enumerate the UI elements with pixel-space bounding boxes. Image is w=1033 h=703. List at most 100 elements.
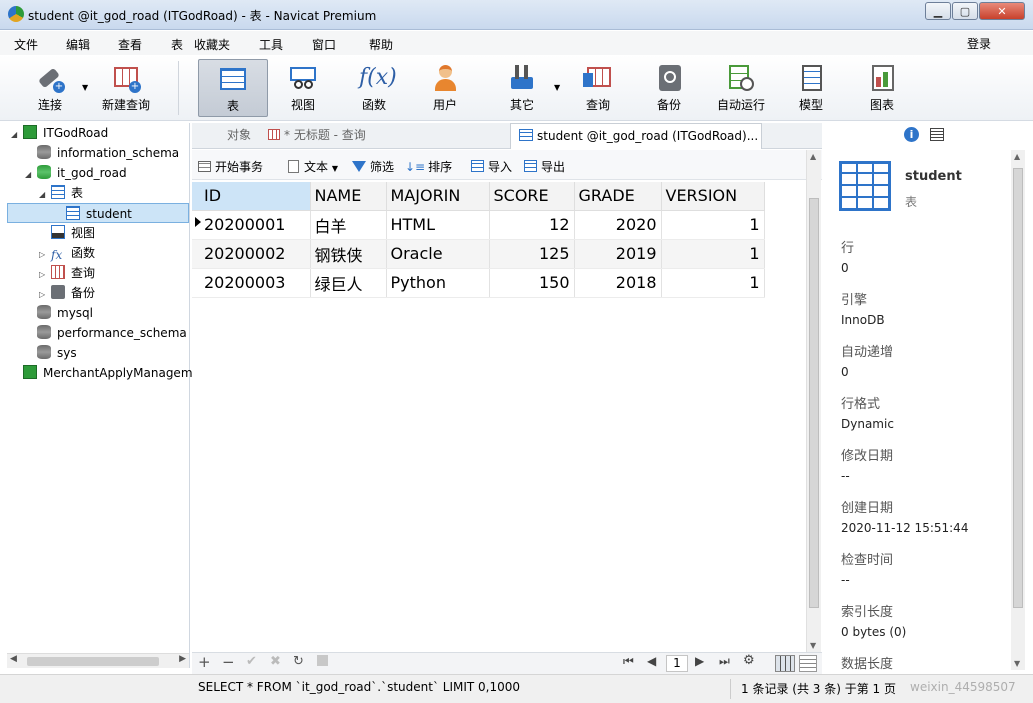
add-record-icon[interactable]: + [198, 653, 211, 671]
toolbar-function-button[interactable]: f(x) 函数 [343, 59, 405, 117]
cell-version[interactable]: 1 [661, 210, 765, 240]
tree-expander-icon[interactable]: ▷ [39, 265, 51, 285]
toolbar-connect-button[interactable]: + 连接 [19, 59, 81, 117]
tree-item-mysql[interactable]: mysql [7, 303, 189, 323]
column-header-version[interactable]: VERSION [661, 182, 765, 211]
maximize-button[interactable]: ▢ [952, 2, 978, 20]
next-page-icon[interactable]: ▶ [695, 654, 704, 668]
tree-item-backup[interactable]: ▷ 备份 [7, 283, 189, 303]
cell-version[interactable]: 1 [661, 268, 765, 298]
settings-gear-icon[interactable]: ⚙ [743, 653, 755, 668]
menu-view[interactable]: 查看 [118, 36, 142, 53]
tree-item-information_schema[interactable]: information_schema [7, 143, 189, 163]
cell-score[interactable]: 125 [489, 239, 575, 269]
toolbar-view-button[interactable]: 视图 [272, 59, 334, 117]
filter-button[interactable]: 筛选 [352, 158, 394, 175]
table-row[interactable]: 20200001 白羊 HTML 12 2020 1 [192, 210, 765, 240]
cell-majorin[interactable]: Python [386, 268, 490, 298]
tree-expander-icon[interactable]: ◢ [25, 165, 37, 185]
column-header-name[interactable]: NAME [310, 182, 387, 211]
menu-favorites[interactable]: 收藏夹 [194, 36, 230, 53]
cell-name[interactable]: 钢铁侠 [310, 239, 387, 269]
cell-grade[interactable]: 2018 [574, 268, 662, 298]
cell-id[interactable]: 20200003 [192, 268, 311, 298]
last-page-icon[interactable]: ⏭ [719, 654, 730, 669]
menu-help[interactable]: 帮助 [369, 36, 393, 53]
close-button[interactable]: ✕ [979, 2, 1025, 20]
tree-expander-icon[interactable]: ◢ [39, 185, 51, 205]
first-page-icon[interactable]: ⏮ [623, 654, 634, 669]
table-row[interactable]: 20200003 绿巨人 Python 150 2018 1 [192, 268, 765, 298]
minimize-button[interactable]: ▁ [925, 2, 951, 20]
info-vscroll-thumb[interactable] [1013, 168, 1023, 608]
tree-item-query[interactable]: ▷ 查询 [7, 263, 189, 283]
cell-score[interactable]: 150 [489, 268, 575, 298]
apply-changes-icon[interactable]: ✔ [246, 654, 257, 669]
cell-grade[interactable]: 2019 [574, 239, 662, 269]
grid-vscroll[interactable]: ▲ ▼ [806, 150, 821, 652]
toolbar-other-button[interactable]: 其它 [491, 59, 553, 117]
grid-vscroll-thumb[interactable] [809, 198, 819, 608]
toolbar-table-button[interactable]: 表 [198, 59, 268, 117]
info-vscroll[interactable]: ▲ ▼ [1011, 150, 1025, 670]
toolbar-new-query-button[interactable]: + 新建查询 [95, 59, 157, 117]
tree-expander-icon[interactable]: ▷ [39, 245, 51, 265]
export-button[interactable]: 导出 [524, 158, 565, 175]
cell-version[interactable]: 1 [661, 239, 765, 269]
cell-grade[interactable]: 2020 [574, 210, 662, 240]
stop-icon[interactable] [317, 655, 328, 666]
tree-item-student[interactable]: student [7, 203, 189, 223]
tree-item-views[interactable]: 视图 [7, 223, 189, 243]
grid-view-icon[interactable] [775, 655, 795, 672]
column-header-score[interactable]: SCORE [489, 182, 575, 211]
cell-name[interactable]: 绿巨人 [310, 268, 387, 298]
menu-file[interactable]: 文件 [14, 36, 38, 53]
page-number-input[interactable]: 1 [666, 655, 688, 672]
menu-table[interactable]: 表 [171, 36, 183, 53]
tree-item-tables[interactable]: ◢ 表 [7, 183, 189, 203]
discard-changes-icon[interactable]: ✖ [270, 654, 281, 669]
toolbar-query-button[interactable]: 查询 [567, 59, 629, 117]
tree-item-itgodroad[interactable]: ◢ ITGodRoad [7, 123, 189, 143]
tree-item-performance_schema[interactable]: performance_schema [7, 323, 189, 343]
login-link[interactable]: 登录 [967, 35, 991, 52]
toolbar-backup-button[interactable]: 备份 [638, 59, 700, 117]
cell-id[interactable]: 20200002 [192, 239, 311, 269]
menu-edit[interactable]: 编辑 [66, 36, 90, 53]
sidebar-hscroll[interactable]: ◀ ▶ [7, 653, 189, 668]
ddl-icon[interactable] [930, 128, 944, 141]
cell-majorin[interactable]: HTML [386, 210, 490, 240]
cell-id[interactable]: 20200001 [192, 210, 311, 240]
cell-name[interactable]: 白羊 [310, 210, 387, 240]
text-view-button[interactable]: 文本 ▼ [288, 158, 338, 175]
column-header-grade[interactable]: GRADE [574, 182, 662, 211]
column-header-id[interactable]: ID [192, 182, 311, 211]
tree-expander-icon[interactable]: ◢ [11, 125, 23, 145]
tree-item-sys[interactable]: sys [7, 343, 189, 363]
toolbar-schedule-button[interactable]: 自动运行 [709, 59, 773, 117]
toolbar-model-button[interactable]: 模型 [780, 59, 842, 117]
tree-item-it_god_road[interactable]: ◢ it_god_road [7, 163, 189, 183]
text-dropdown-icon[interactable]: ▼ [332, 164, 338, 173]
delete-record-icon[interactable]: − [222, 653, 235, 671]
tab-untitled-query[interactable]: * 无标题 - 查询 [260, 123, 508, 149]
form-view-icon[interactable] [799, 655, 817, 672]
table-row[interactable]: 20200002 钢铁侠 Oracle 125 2019 1 [192, 239, 765, 269]
toolbar-user-button[interactable]: 用户 [414, 59, 476, 117]
sidebar-hscroll-thumb[interactable] [27, 657, 159, 666]
toolbar-chart-button[interactable]: 图表 [851, 59, 913, 117]
menu-tools[interactable]: 工具 [259, 36, 283, 53]
cell-majorin[interactable]: Oracle [386, 239, 490, 269]
menu-window[interactable]: 窗口 [312, 36, 336, 53]
tree-expander-icon[interactable]: ▷ [39, 285, 51, 305]
other-dropdown-icon[interactable]: ▼ [554, 83, 560, 92]
sort-button[interactable]: ↓≡ 排序 [405, 158, 452, 175]
tree-item-function[interactable]: ▷ fx 函数 [7, 243, 189, 263]
tree-item-merchantapplymanagem[interactable]: MerchantApplyManagem [7, 363, 193, 383]
connect-dropdown-icon[interactable]: ▼ [82, 83, 88, 92]
begin-transaction-button[interactable]: 开始事务 [198, 158, 263, 175]
tab-student-table[interactable]: student @it_god_road (ITGodRoad)... [510, 123, 762, 149]
import-button[interactable]: 导入 [471, 158, 512, 175]
prev-page-icon[interactable]: ◀ [647, 654, 656, 668]
info-icon[interactable]: i [904, 127, 919, 142]
